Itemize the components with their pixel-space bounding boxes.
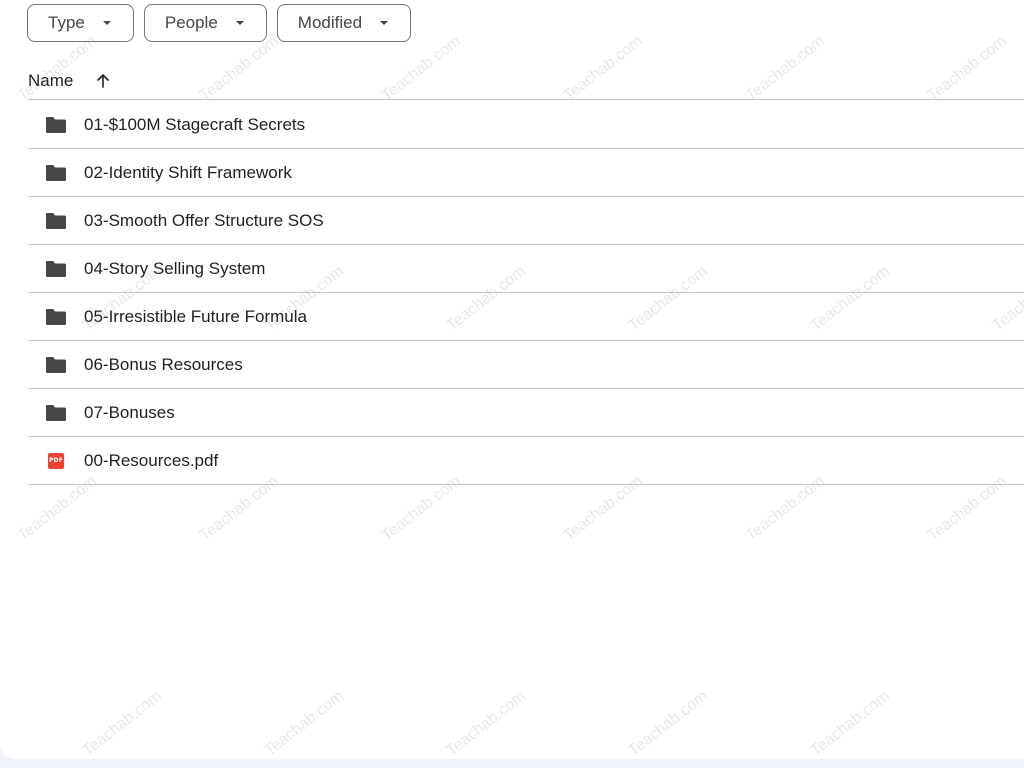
file-browser-panel: Type People Modified Name 01-$100M Stage… [0,0,1024,759]
caret-down-icon [235,21,244,25]
filter-modified-chip[interactable]: Modified [276,4,412,42]
watermark-text: Teachab.com [625,687,712,759]
list-item[interactable]: 01-$100M Stagecraft Secrets [28,101,1024,149]
item-name: 05-Irresistible Future Formula [84,306,307,326]
watermark-text: Teachab.com [261,687,348,759]
filter-bar: Type People Modified [27,4,412,42]
filter-modified-label: Modified [297,13,363,32]
folder-icon [45,306,67,328]
list-header: Name [28,62,1024,100]
list-item[interactable]: 04-Story Selling System [28,245,1024,293]
pdf-icon: PDF [45,450,67,472]
list-item[interactable]: 05-Irresistible Future Formula [28,293,1024,341]
pdf-badge: PDF [48,452,64,469]
list-item[interactable]: PDF 00-Resources.pdf [28,437,1024,485]
item-name: 06-Bonus Resources [84,354,243,374]
watermark-text: Teachab.com [79,687,166,759]
watermark-text: Teachab.com [807,687,894,759]
list-item[interactable]: 02-Identity Shift Framework [28,149,1024,197]
folder-icon [45,114,67,136]
folder-icon [45,258,67,280]
caret-down-icon [380,21,389,25]
caret-down-icon [102,21,111,25]
sort-ascending-icon[interactable] [95,73,111,89]
list-item[interactable]: 07-Bonuses [28,389,1024,437]
folder-icon [45,402,67,424]
list-item[interactable]: 06-Bonus Resources [28,341,1024,389]
item-name: 07-Bonuses [84,402,175,422]
item-name: 03-Smooth Offer Structure SOS [84,210,324,230]
folder-icon [45,210,67,232]
list-item[interactable]: 03-Smooth Offer Structure SOS [28,197,1024,245]
name-column-header[interactable]: Name [28,71,73,91]
item-name: 00-Resources.pdf [84,450,219,470]
folder-icon [45,354,67,376]
item-name: 01-$100M Stagecraft Secrets [84,114,306,134]
filter-type-label: Type [48,13,85,32]
filter-type-chip[interactable]: Type [27,4,134,42]
filter-people-label: People [164,13,218,32]
item-name: 02-Identity Shift Framework [84,162,292,182]
watermark-text: Teachab.com [443,687,530,759]
file-list: 01-$100M Stagecraft Secrets 02-Identity … [28,101,1024,485]
folder-icon [45,162,67,184]
item-name: 04-Story Selling System [84,258,266,278]
filter-people-chip[interactable]: People [143,4,267,42]
